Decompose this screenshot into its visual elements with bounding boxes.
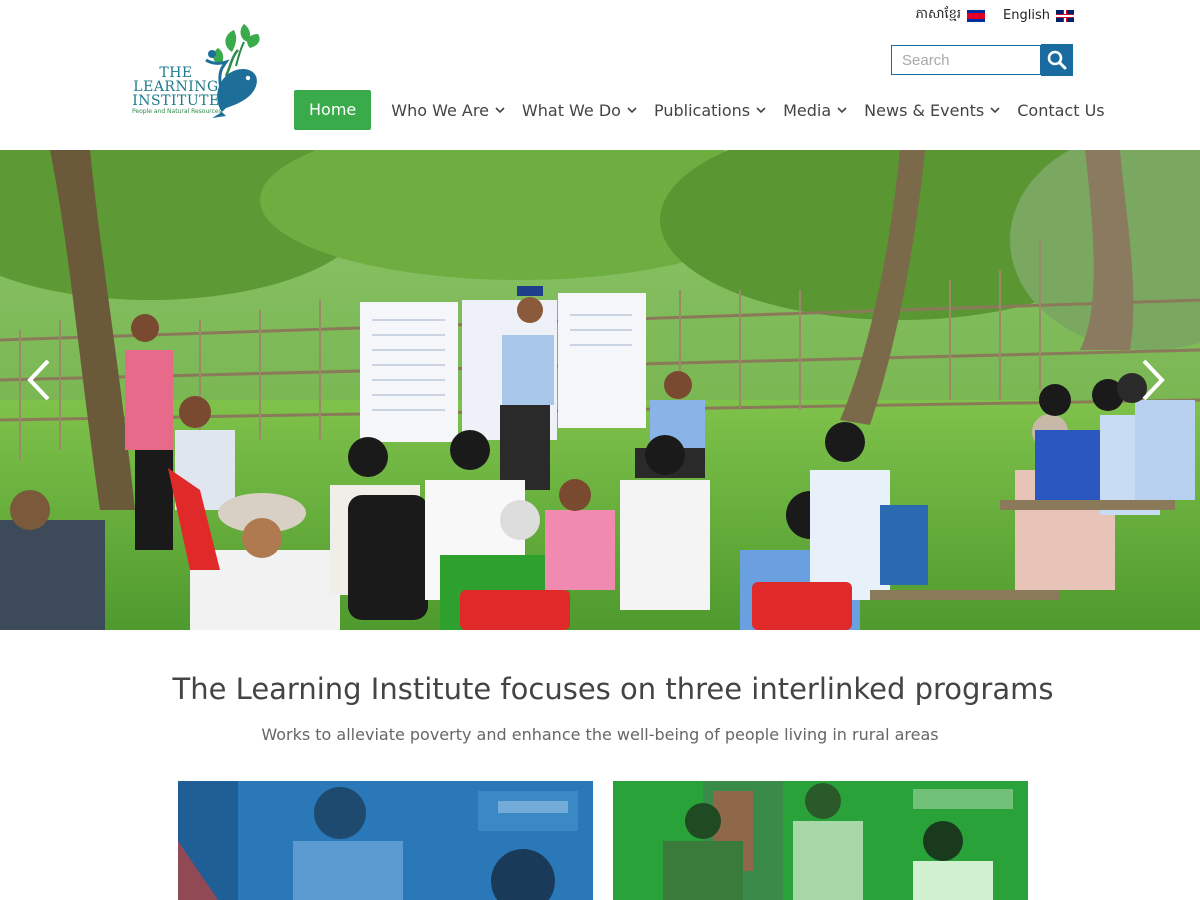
chevron-down-icon: [756, 107, 766, 114]
search-form: [891, 44, 1073, 76]
language-khmer-label: ភាសាខ្មែរ: [915, 7, 962, 22]
logo-tagline: People and Natural Resources: [132, 108, 222, 115]
hero-photo: [0, 150, 1200, 630]
cambodia-flag-icon: [967, 9, 986, 22]
nav-item-label: Who We Are: [391, 100, 489, 120]
language-english[interactable]: English: [1003, 8, 1074, 23]
site-header: THE LEARNING INSTITUTE People and Natura…: [0, 0, 1200, 150]
nav-item-who-we-are[interactable]: Who We Are: [391, 101, 505, 120]
search-button[interactable]: [1041, 44, 1073, 76]
chevron-right-icon: [1142, 359, 1165, 401]
language-khmer[interactable]: ភាសាខ្មែរ: [915, 6, 986, 25]
programs-subtitle: Works to alleviate poverty and enhance t…: [261, 725, 939, 744]
programs-title: The Learning Institute focuses on three …: [172, 672, 1054, 706]
site-logo[interactable]: THE LEARNING INSTITUTE People and Natura…: [126, 20, 266, 120]
program-card-2[interactable]: [613, 781, 1028, 900]
search-icon: [1047, 50, 1067, 70]
uk-flag-icon: [1056, 9, 1074, 22]
main-navigation: Home Who We Are What We Do Publications …: [294, 90, 1105, 130]
program-card-1-photo: [178, 781, 593, 900]
slider-prev-button[interactable]: [24, 355, 54, 405]
logo-line-2: LEARNING: [133, 79, 219, 95]
nav-item-label: Contact Us: [1017, 100, 1105, 120]
nav-item-media[interactable]: Media: [783, 101, 847, 120]
logo-line-3: INSTITUTE: [132, 93, 220, 109]
logo-line-1: THE: [159, 65, 193, 81]
nav-item-label: What We Do: [521, 100, 621, 120]
nav-item-what-we-do[interactable]: What We Do: [522, 101, 637, 120]
slider-next-button[interactable]: [1138, 355, 1168, 405]
nav-item-home[interactable]: Home: [294, 90, 372, 130]
logo-wordmark: THE LEARNING INSTITUTE: [126, 66, 226, 108]
chevron-left-icon: [27, 359, 50, 401]
chevron-down-icon: [837, 107, 847, 114]
program-card-1[interactable]: [178, 781, 593, 900]
nav-item-contact-us[interactable]: Contact Us: [1017, 101, 1104, 120]
chevron-down-icon: [495, 107, 505, 114]
nav-item-label: Publications: [653, 100, 751, 120]
language-english-label: English: [1003, 8, 1050, 23]
nav-item-label: Media: [783, 100, 832, 120]
nav-item-publications[interactable]: Publications: [654, 101, 766, 120]
chevron-down-icon: [990, 107, 1000, 114]
program-card-2-photo: [613, 781, 1028, 900]
nav-item-label: News & Events: [864, 100, 985, 120]
hero-slider: [0, 150, 1200, 630]
nav-item-news-events[interactable]: News & Events: [864, 101, 1000, 120]
search-input[interactable]: [891, 45, 1041, 75]
language-switcher: ភាសាខ្មែរ English: [916, 6, 1074, 25]
chevron-down-icon: [627, 107, 637, 114]
